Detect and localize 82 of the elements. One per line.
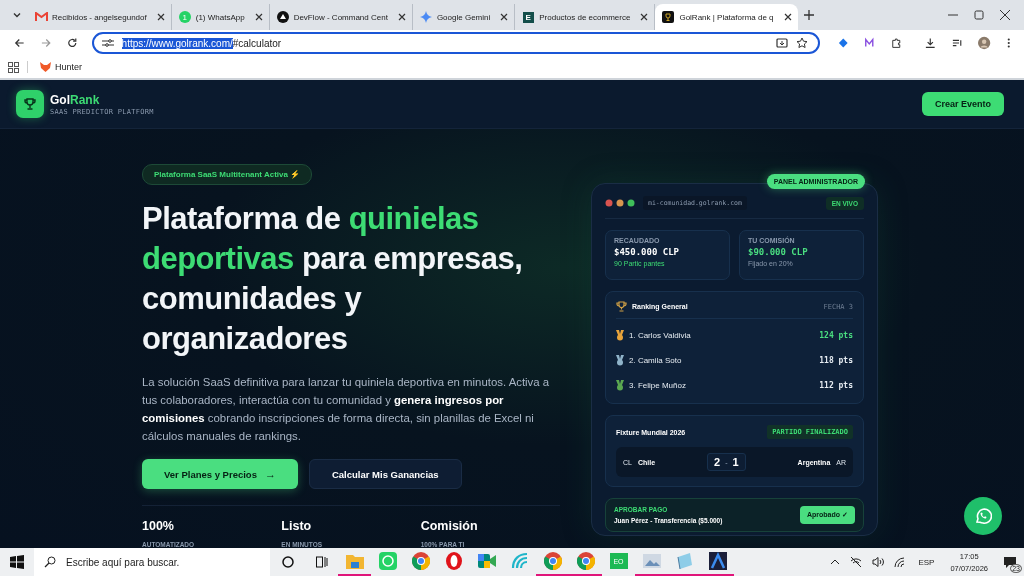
metric-value: $450.000 CLP [614,247,681,257]
sparkle-icon [419,11,432,23]
notification-badge: 1 [178,11,191,23]
apps-grid-icon[interactable] [8,61,19,73]
video-camera-icon [477,554,496,568]
close-icon[interactable] [156,13,165,21]
site-settings-icon[interactable] [101,38,114,48]
whatsapp-button[interactable] [964,497,1002,535]
close-icon[interactable] [397,13,406,21]
windows-start-icon[interactable] [10,555,24,569]
chevron-up-icon[interactable] [830,559,841,565]
close-icon[interactable] [783,13,792,21]
wave-icon [510,552,529,570]
back-icon[interactable] [14,37,25,49]
player-points: 124 pts [819,331,853,340]
stat-value: Comisión [420,519,479,533]
stat-value: 100% [142,519,175,533]
media-icon[interactable] [951,37,963,49]
tab-title: (1) WhatsApp [195,12,245,22]
taskbar-search-field[interactable]: Escribe aquí para buscar. [34,548,270,576]
metric-value: $90.000 CLP [748,247,809,257]
extension-icon[interactable] [837,37,849,49]
message-icon[interactable] [1004,556,1016,568]
close-icon[interactable] [254,13,263,21]
player-points: 118 pts [819,356,853,365]
browser-tab[interactable]: GolRank | Plataforma de q [655,4,798,30]
folder-icon [345,553,364,569]
player-points: 112 pts [819,381,853,390]
store-icon: E [522,11,534,23]
tab-title: Google Gemini [436,12,491,22]
browser-icon [543,552,562,570]
description: La solución SaaS definitiva para lanzar tu quiniela deportiva en minutos. Activa a tus colaboradores, interactúa con tu comunidad y genera ingresos por comisiones cobrando inscripciones de forma directa, sin planillas de Excel ni cálculos manuales de rankings. [142,375,551,444]
player-name: 2. Camila Soto [629,356,682,365]
bookmark[interactable]: Hunter [36,62,86,72]
browser-icon [576,552,595,570]
trophy-icon [662,11,675,23]
avatar-icon[interactable] [978,36,991,50]
player-name: 1. Carlos Valdivia [629,331,691,340]
player-name: 3. Felipe Muñoz [629,381,686,390]
extension-icon[interactable] [864,37,875,49]
stat-value: Listo [281,519,313,533]
tab-title: Recibidos - angelsegundof [52,12,147,22]
speaker-icon[interactable] [872,557,885,567]
task-view-icon[interactable] [316,556,328,568]
forward-icon[interactable] [40,37,52,49]
cortana-icon[interactable] [282,556,294,568]
caret-icon[interactable] [12,10,22,20]
mail-icon [34,12,48,22]
notepad-icon [675,553,694,569]
chat-icon [378,552,397,570]
tab-title: GolRank | Plataforma de q [679,12,774,22]
search-icon [44,556,56,568]
menu-icon[interactable] [1006,37,1011,49]
status-badge: Plataforma SaaS Multitenant Activa ⚡ [142,164,313,185]
plans-button[interactable]: Ver Planes y Precios → [142,459,298,489]
tab-title: Productos de ecommerce [539,12,631,22]
trophy-icon [616,301,627,312]
maximize-icon[interactable] [974,10,984,20]
headline: Plataforma de quinielas deportivas para empresas, comunidades y organizadores [142,200,524,358]
wifi-icon[interactable] [894,557,906,567]
calculate-button[interactable]: Calcular Mis Ganancias [308,459,462,489]
reload-icon[interactable] [67,37,78,49]
window-dots-icon [605,199,635,207]
star-icon[interactable] [795,37,808,49]
image-icon [642,554,661,568]
create-event-button[interactable]: Crear Evento [921,92,1004,116]
language-indicator[interactable]: ESP [918,557,935,567]
tab-title: DevFlow - Command Cent [293,12,388,22]
browser-icon [444,552,463,570]
browser-icon [411,552,430,570]
network-off-icon[interactable] [850,557,863,567]
close-icon[interactable] [1000,10,1010,20]
close-icon[interactable] [640,13,649,21]
puzzle-icon[interactable] [890,37,902,49]
download-icon[interactable] [925,37,936,49]
letter-a-icon [708,552,727,570]
brand-name: GolRank [50,92,101,107]
plus-icon[interactable] [803,10,814,20]
logo-icon [16,90,44,118]
install-icon[interactable] [775,37,788,49]
close-icon[interactable] [500,13,509,21]
fox-icon [40,62,51,72]
